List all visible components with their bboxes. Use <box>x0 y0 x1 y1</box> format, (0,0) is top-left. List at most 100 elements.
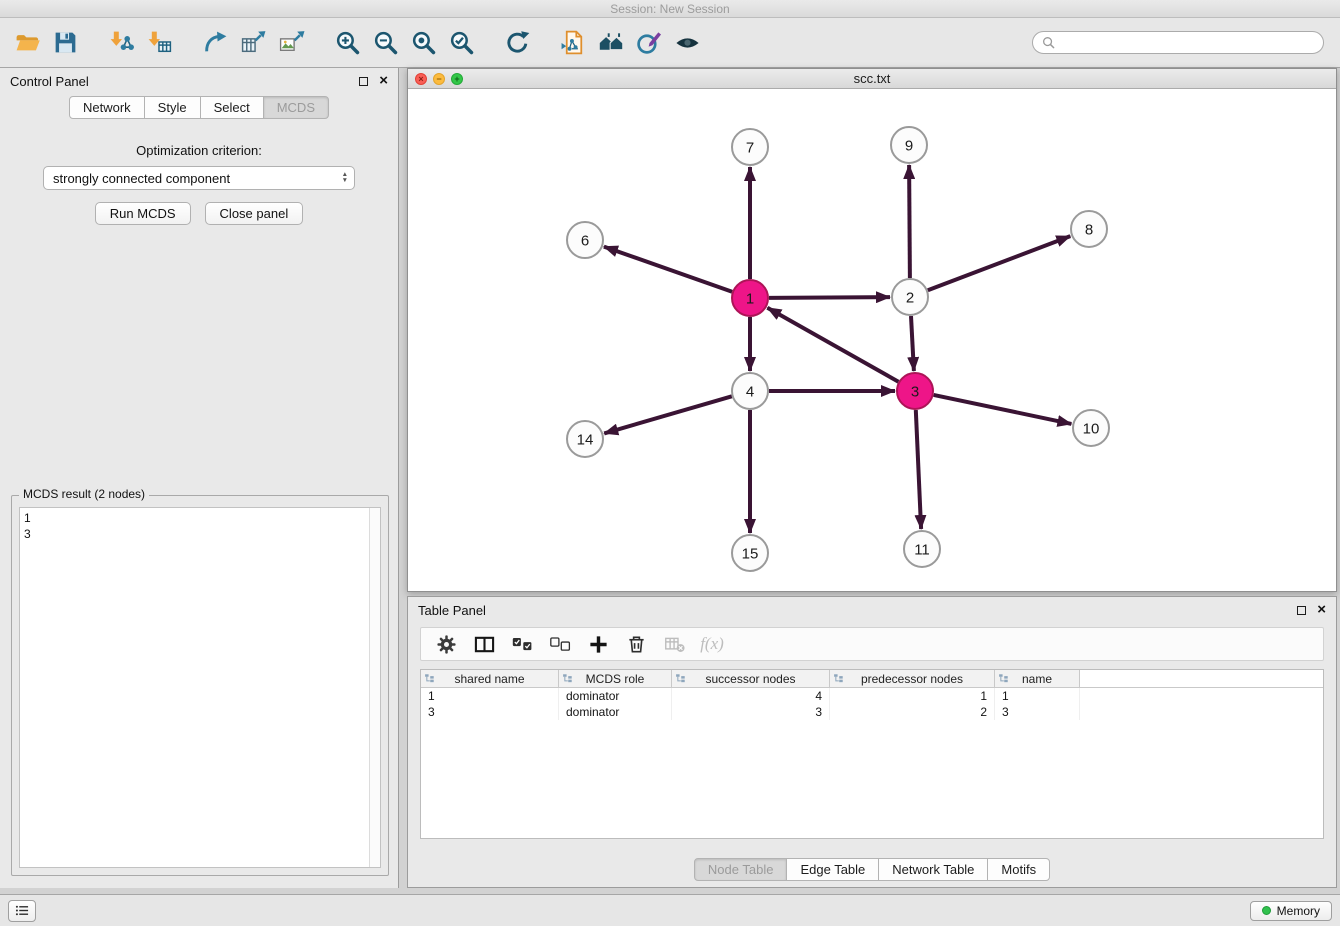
graph-edge-2-9[interactable] <box>909 165 910 278</box>
toggle-columns-button[interactable] <box>465 629 503 659</box>
svg-text:10: 10 <box>1083 420 1100 437</box>
column-header-shared-name[interactable]: shared name <box>421 670 559 687</box>
table-cell: 2 <box>830 704 995 720</box>
tab-node-table[interactable]: Node Table <box>694 858 788 881</box>
close-table-panel-button[interactable]: × <box>1317 605 1326 615</box>
tab-motifs[interactable]: Motifs <box>987 858 1050 881</box>
control-panel-title: Control Panel <box>10 74 89 89</box>
panel-menu-button[interactable] <box>8 900 36 922</box>
graph-edge-1-6[interactable] <box>604 247 732 292</box>
memory-label: Memory <box>1277 904 1320 918</box>
close-panel-button[interactable]: × <box>379 76 388 86</box>
run-mcds-button[interactable]: Run MCDS <box>95 202 191 225</box>
graph-node-3[interactable]: 3 <box>897 373 933 409</box>
tab-style[interactable]: Style <box>144 96 201 119</box>
minimize-window-button[interactable]: − <box>433 73 445 85</box>
column-header-predecessor-nodes[interactable]: predecessor nodes <box>830 670 995 687</box>
home-button[interactable] <box>592 22 630 64</box>
delete-column-button[interactable] <box>617 629 655 659</box>
tab-select[interactable]: Select <box>200 96 264 119</box>
graph-edge-4-14[interactable] <box>604 396 732 433</box>
graph-node-11[interactable]: 11 <box>904 531 940 567</box>
table-settings-button[interactable] <box>427 629 465 659</box>
mcds-result-list[interactable]: 13 <box>19 507 381 868</box>
fx-icon: f(x) <box>700 634 724 654</box>
column-header-name[interactable]: name <box>995 670 1080 687</box>
graph-node-8[interactable]: 8 <box>1071 211 1107 247</box>
graph-edge-2-8[interactable] <box>928 236 1071 290</box>
zoom-window-button[interactable]: + <box>451 73 463 85</box>
table-cell: 4 <box>672 688 830 704</box>
graph-edge-3-10[interactable] <box>934 395 1072 424</box>
apply-style-button[interactable] <box>630 22 668 64</box>
graph-node-9[interactable]: 9 <box>891 127 927 163</box>
optimization-value: strongly connected component <box>53 171 230 186</box>
export-table-button[interactable] <box>234 22 272 64</box>
function-builder-button[interactable]: f(x) <box>693 629 731 659</box>
memory-button[interactable]: Memory <box>1250 901 1332 921</box>
table-panel: Table Panel × <box>407 596 1337 888</box>
import-network-button[interactable] <box>102 22 140 64</box>
network-window-titlebar: × − + scc.txt <box>408 69 1336 89</box>
zoom-in-button[interactable] <box>328 22 366 64</box>
column-header-label: successor nodes <box>705 672 795 686</box>
zoom-out-button[interactable] <box>366 22 404 64</box>
svg-text:8: 8 <box>1085 221 1093 238</box>
gear-icon <box>436 634 457 655</box>
tab-mcds[interactable]: MCDS <box>263 96 329 119</box>
table-row[interactable]: 3dominator323 <box>421 704 1323 720</box>
open-file-button[interactable] <box>8 22 46 64</box>
save-session-button[interactable] <box>46 22 84 64</box>
graph-node-4[interactable]: 4 <box>732 373 768 409</box>
graph-node-6[interactable]: 6 <box>567 222 603 258</box>
graph-edge-2-3[interactable] <box>911 316 914 371</box>
graph-node-2[interactable]: 2 <box>892 279 928 315</box>
column-header-label: name <box>1022 672 1052 686</box>
column-header-label: predecessor nodes <box>861 672 963 686</box>
export-image-button[interactable] <box>272 22 310 64</box>
graph-edge-3-1[interactable] <box>767 308 898 382</box>
graph-node-7[interactable]: 7 <box>732 129 768 165</box>
close-window-button[interactable]: × <box>415 73 427 85</box>
graph-edge-3-11[interactable] <box>916 410 921 529</box>
tab-network[interactable]: Network <box>69 96 145 119</box>
search-icon <box>1042 36 1055 49</box>
select-all-button[interactable] <box>503 629 541 659</box>
search-input[interactable] <box>1060 35 1314 50</box>
list-icon <box>15 904 30 917</box>
result-scrollbar[interactable] <box>369 508 380 867</box>
zoom-selected-button[interactable] <box>442 22 480 64</box>
graph-node-14[interactable]: 14 <box>567 421 603 457</box>
svg-text:4: 4 <box>746 383 754 400</box>
add-column-button[interactable] <box>579 629 617 659</box>
zoom-fit-button[interactable] <box>404 22 442 64</box>
svg-text:14: 14 <box>577 431 594 448</box>
table-row[interactable]: 1dominator411 <box>421 688 1323 704</box>
export-network-button[interactable] <box>196 22 234 64</box>
optimization-select[interactable]: strongly connected component ▲▼ <box>43 166 355 190</box>
column-header-mcds-role[interactable]: MCDS role <box>559 670 672 687</box>
delete-table-button[interactable] <box>655 629 693 659</box>
tab-network-table[interactable]: Network Table <box>878 858 988 881</box>
export-network-icon <box>202 29 229 56</box>
import-table-button[interactable] <box>140 22 178 64</box>
table-cell: 1 <box>830 688 995 704</box>
float-panel-button[interactable] <box>359 77 368 86</box>
refresh-button[interactable] <box>498 22 536 64</box>
clipboard-network-button[interactable] <box>554 22 592 64</box>
column-tree-icon <box>675 673 686 684</box>
column-header-successor-nodes[interactable]: successor nodes <box>672 670 830 687</box>
graph-node-10[interactable]: 10 <box>1073 410 1109 446</box>
export-image-icon <box>278 29 305 56</box>
control-panel-tabs: NetworkStyleSelectMCDS <box>0 96 398 119</box>
deselect-all-button[interactable] <box>541 629 579 659</box>
table-panel-title: Table Panel <box>418 603 486 618</box>
float-table-panel-button[interactable] <box>1297 606 1306 615</box>
tab-edge-table[interactable]: Edge Table <box>786 858 879 881</box>
graph-node-15[interactable]: 15 <box>732 535 768 571</box>
show-details-button[interactable] <box>668 22 706 64</box>
graph-edge-1-2[interactable] <box>769 297 890 298</box>
close-mcds-panel-button[interactable]: Close panel <box>205 202 304 225</box>
graph-node-1[interactable]: 1 <box>732 280 768 316</box>
network-canvas[interactable]: 7 9 6 8 1 2 4 3 14 10 15 11 <box>408 89 1336 591</box>
